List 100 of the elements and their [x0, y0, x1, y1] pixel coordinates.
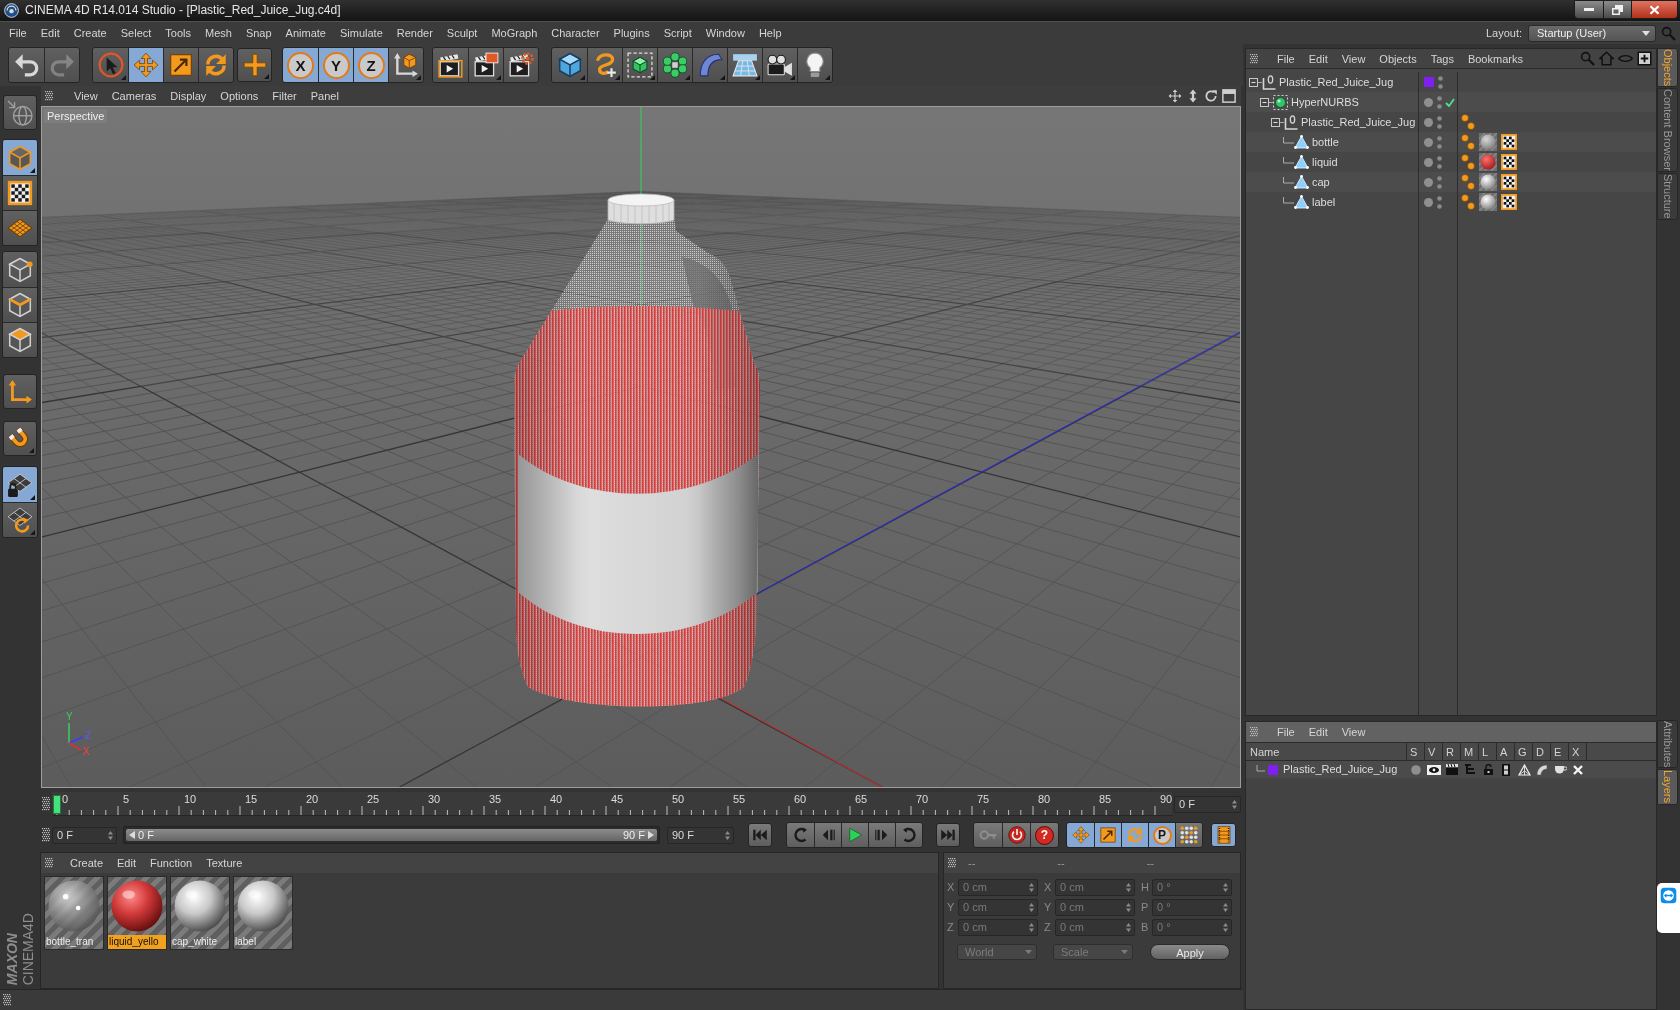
timeline-ruler[interactable]: 0 5 10 15 20 25 30 35 40 45 50 55 60 65 70 75 80 85 90: [52, 792, 1172, 816]
double-arrow-icon[interactable]: [1660, 886, 1677, 904]
menu-item[interactable]: View: [1334, 724, 1373, 740]
dot-icon[interactable]: [1411, 764, 1421, 775]
axis-lock-button[interactable]: X: [283, 48, 318, 82]
film-strip-icon[interactable]: [1502, 763, 1510, 776]
go-to-start-button[interactable]: [748, 823, 772, 847]
light-button[interactable]: [797, 48, 832, 82]
track-parameter-button[interactable]: P: [1148, 823, 1175, 847]
coordinate-system-button[interactable]: [388, 48, 423, 82]
grip-handle-icon[interactable]: [45, 91, 53, 101]
checker-tag-icon[interactable]: [1501, 194, 1517, 210]
column-header[interactable]: Name: [1246, 743, 1407, 760]
column-header[interactable]: V: [1425, 743, 1443, 760]
material-swatch[interactable]: label: [233, 876, 293, 950]
render-view-button[interactable]: [433, 48, 468, 82]
column-header[interactable]: G: [1515, 743, 1533, 760]
menu-item[interactable]: Character: [544, 25, 607, 41]
axis-lock-button[interactable]: Y: [318, 48, 353, 82]
collapse-box-icon[interactable]: [1260, 96, 1273, 108]
object-row[interactable]: HyperNURBS: [1246, 92, 1656, 112]
menu-item[interactable]: Cameras: [104, 88, 164, 104]
menu-item[interactable]: Function: [143, 855, 200, 871]
material-tag-icon[interactable]: [1479, 193, 1497, 211]
mograph-button[interactable]: [657, 48, 692, 82]
play-button[interactable]: [841, 823, 868, 847]
object-row[interactable]: bottle: [1246, 132, 1656, 152]
object-row[interactable]: cap: [1246, 172, 1656, 192]
menu-item[interactable]: Panel: [303, 88, 346, 104]
current-frame-field[interactable]: 0 F: [1174, 795, 1241, 813]
menu-item[interactable]: Help: [751, 25, 789, 41]
bend-shape-icon[interactable]: [1536, 763, 1548, 776]
menu-item[interactable]: Mesh: [198, 25, 239, 41]
snap-button[interactable]: [3, 421, 37, 456]
side-tab[interactable]: Attributes: [1657, 720, 1678, 769]
menu-item[interactable]: Tools: [158, 25, 198, 41]
menu-item[interactable]: Edit: [110, 855, 143, 871]
grip-handle-icon[interactable]: [948, 858, 956, 868]
column-header[interactable]: M: [1461, 743, 1479, 760]
menu-item[interactable]: Display: [163, 88, 214, 104]
two-dots-icon[interactable]: [1437, 135, 1442, 149]
menu-item[interactable]: Texture: [199, 855, 250, 871]
restore-button[interactable]: [1604, 0, 1632, 19]
column-header[interactable]: D: [1533, 743, 1551, 760]
cube-button[interactable]: [552, 48, 587, 82]
dots-tag-icon[interactable]: [1461, 174, 1475, 190]
menu-item[interactable]: Options: [213, 88, 266, 104]
dots-tag-icon[interactable]: [1461, 194, 1475, 210]
rotate-tool[interactable]: [198, 48, 233, 82]
menu-item[interactable]: Bookmarks: [1460, 50, 1530, 67]
eye-icon[interactable]: [1427, 764, 1441, 775]
collapse-box-icon[interactable]: [1271, 116, 1284, 128]
plus-square-icon[interactable]: [1637, 51, 1652, 66]
timeline-button[interactable]: [1211, 823, 1236, 847]
material-swatch[interactable]: bottle_tran: [44, 876, 104, 950]
layer-color-swatch[interactable]: [1268, 764, 1278, 775]
layer-color-swatch[interactable]: [1424, 77, 1434, 87]
scale-tool[interactable]: [163, 48, 198, 82]
step-forward-button[interactable]: [868, 823, 895, 847]
remote-support-tab[interactable]: [1657, 882, 1680, 933]
check-icon[interactable]: [1445, 97, 1455, 107]
clapperboard-icon[interactable]: [1446, 764, 1458, 775]
menu-item[interactable]: Objects: [1372, 50, 1424, 67]
start-frame-field[interactable]: 0 F: [52, 826, 117, 844]
polygons-mode-button[interactable]: [3, 322, 37, 357]
menu-item[interactable]: File: [1270, 724, 1302, 740]
menu-item[interactable]: Plugins: [606, 25, 657, 41]
menu-item[interactable]: View: [1334, 50, 1373, 67]
edges-mode-button[interactable]: [3, 287, 37, 322]
previous-key-button[interactable]: [787, 823, 814, 847]
menu-item[interactable]: MoGraph: [484, 25, 545, 41]
two-dots-icon[interactable]: [1438, 75, 1443, 89]
two-dots-icon[interactable]: [1437, 115, 1442, 129]
menu-item[interactable]: Create: [63, 855, 111, 871]
column-header[interactable]: E: [1551, 743, 1569, 760]
next-key-button[interactable]: [895, 823, 922, 847]
dots-tag-icon[interactable]: [1461, 154, 1475, 170]
grip-handle-icon[interactable]: [42, 828, 50, 842]
align-workplane-button[interactable]: [3, 502, 37, 537]
four-way-arrows-icon[interactable]: [1168, 89, 1182, 103]
column-header[interactable]: R: [1443, 743, 1461, 760]
checker-tag-icon[interactable]: [1501, 134, 1517, 150]
make-editable-button[interactable]: [3, 95, 37, 130]
grip-handle-icon[interactable]: [1250, 727, 1258, 737]
menu-item[interactable]: Edit: [1301, 724, 1335, 740]
menu-item[interactable]: File: [1270, 50, 1302, 67]
side-tab[interactable]: Objects: [1657, 48, 1678, 88]
render-picture-viewer-button[interactable]: [468, 48, 503, 82]
menu-item[interactable]: Tags: [1423, 50, 1461, 67]
lock-workplane-button[interactable]: [3, 467, 37, 502]
layout-dropdown[interactable]: Startup (User): [1528, 24, 1656, 42]
layer-row[interactable]: Plastic_Red_Juice_Jug: [1246, 761, 1656, 778]
column-header[interactable]: S: [1407, 743, 1425, 760]
menu-item[interactable]: Snap: [238, 25, 279, 41]
playhead-marker[interactable]: [53, 795, 61, 814]
menu-item[interactable]: Simulate: [332, 25, 390, 41]
collapse-box-icon[interactable]: [1249, 76, 1262, 88]
window-frame-icon[interactable]: [1222, 89, 1236, 103]
cross-icon[interactable]: [1573, 764, 1583, 775]
go-to-end-button[interactable]: [936, 823, 960, 847]
